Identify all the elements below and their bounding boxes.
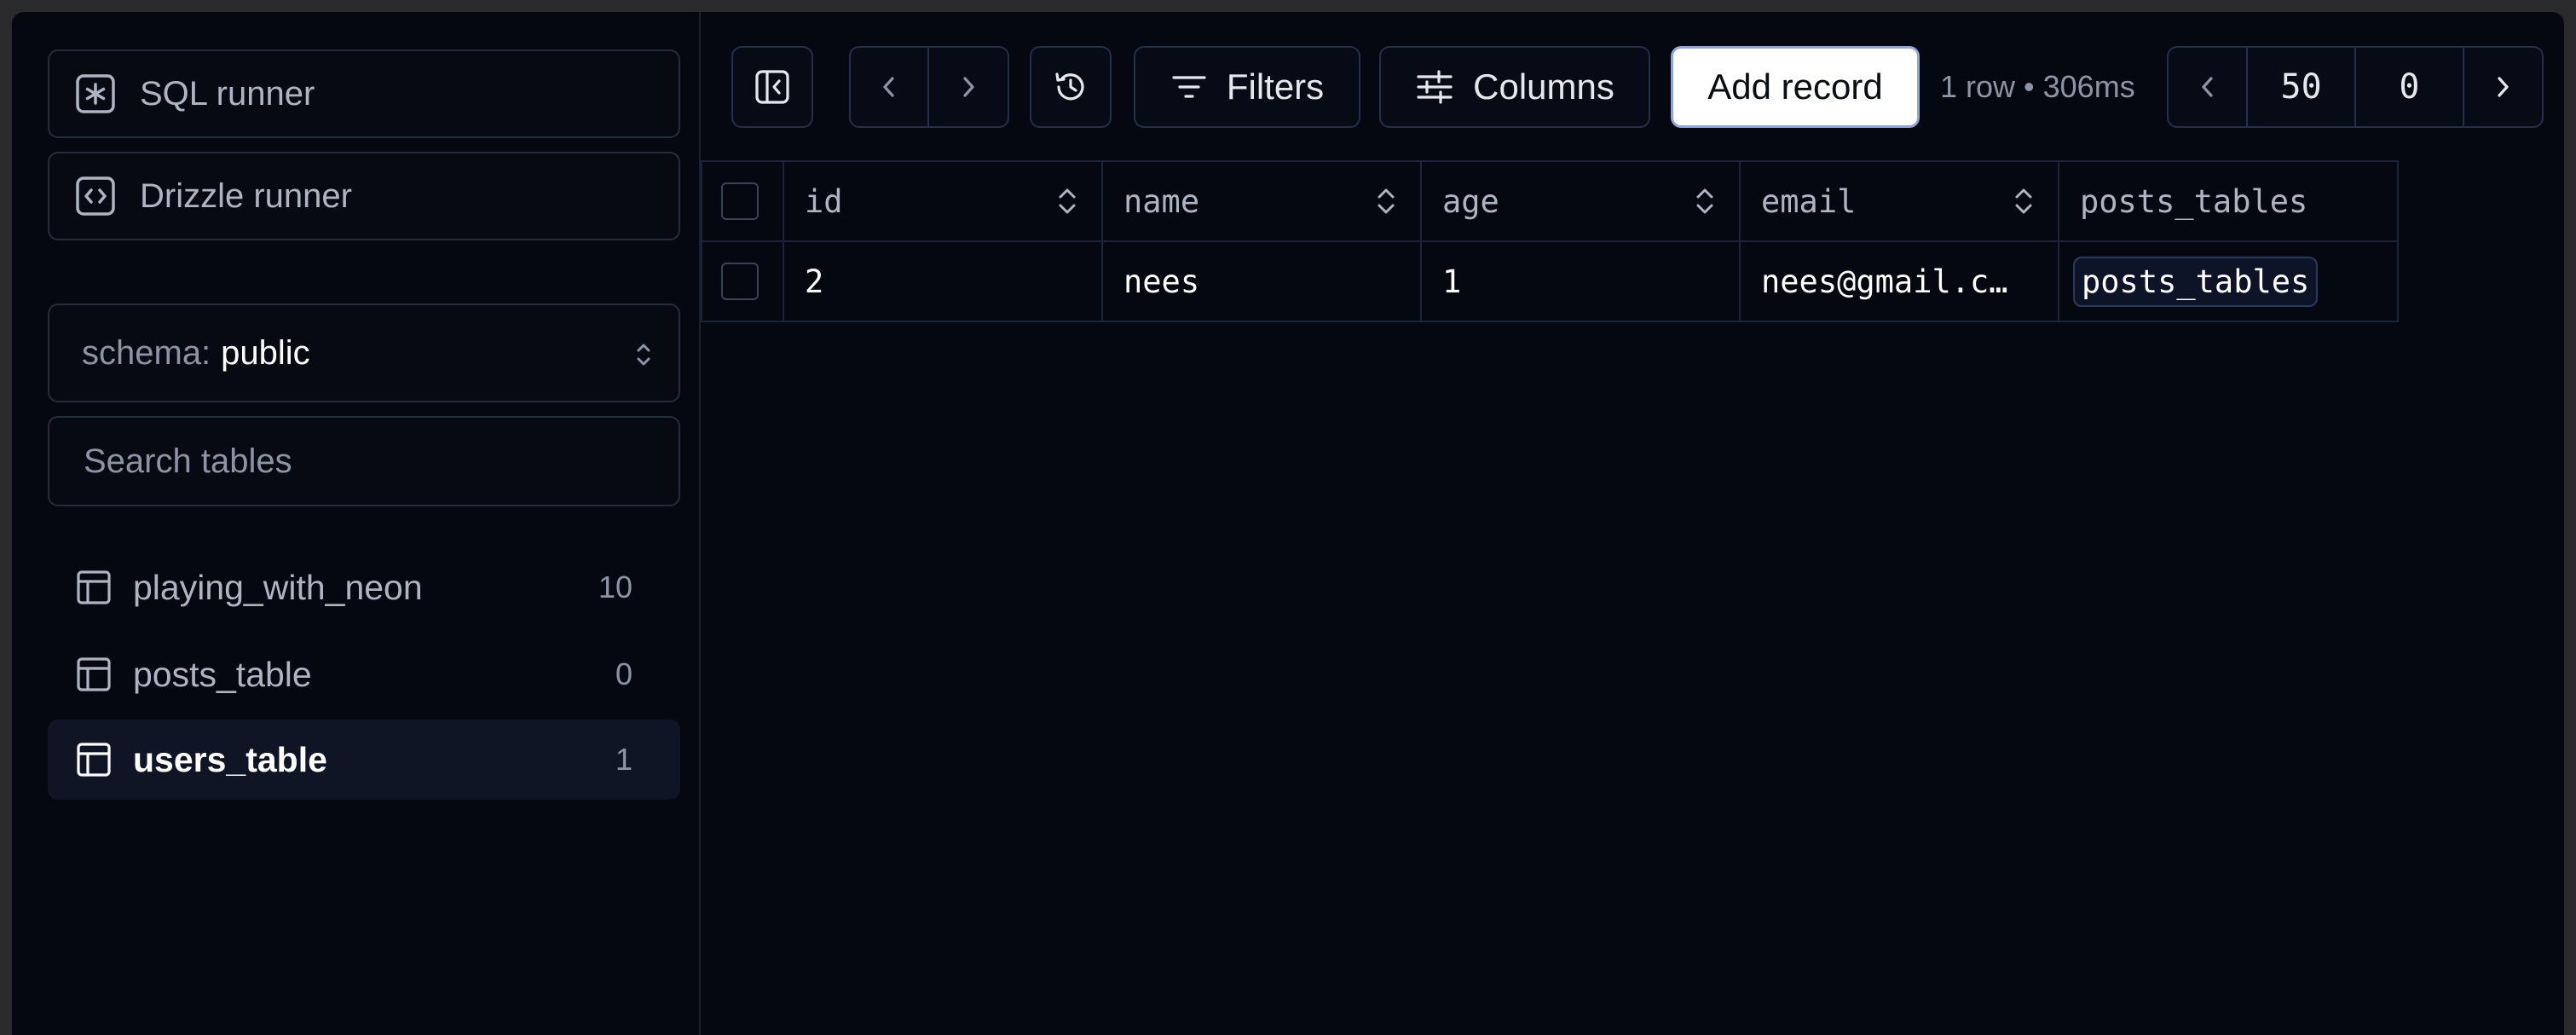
chevron-left-icon (2201, 77, 2213, 97)
column-header-id[interactable]: id (783, 160, 1103, 242)
history-nav-group (849, 46, 1009, 128)
column-header-email[interactable]: email (1739, 160, 2059, 242)
drizzle-runner-button[interactable]: Drizzle runner (48, 152, 680, 240)
toggle-sidebar-button[interactable] (731, 46, 813, 128)
cell-value: 1 (1442, 263, 1462, 300)
code-icon (75, 176, 116, 217)
columns-button[interactable]: Columns (1379, 46, 1650, 128)
asterisk-icon (75, 73, 116, 114)
table-icon (77, 743, 111, 777)
schema-value: public (221, 333, 310, 372)
pagination-group: 50 0 (2167, 46, 2544, 128)
select-all-cell (701, 160, 784, 242)
table-row-count: 10 (598, 570, 632, 604)
sort-icon[interactable] (1055, 184, 1079, 218)
sort-icon[interactable] (1374, 184, 1398, 218)
column-name: posts_tables (2080, 182, 2308, 220)
column-name: email (1761, 182, 1857, 220)
table-row-count: 1 (615, 742, 632, 777)
filters-label: Filters (1226, 66, 1325, 107)
cell-email[interactable]: nees@gmail.c… (1739, 240, 2059, 322)
forward-button[interactable] (929, 48, 1008, 126)
query-status: 1 row • 306ms (1940, 69, 2135, 104)
search-tables-box (48, 416, 680, 506)
table-icon (77, 657, 111, 691)
columns-label: Columns (1473, 66, 1614, 107)
chevron-right-icon (963, 77, 974, 97)
search-tables-input[interactable] (82, 441, 648, 482)
sidebar: SQL runner Drizzle runner schema: public (12, 12, 701, 1035)
table-row[interactable]: 2 nees 1 nees@gmail.c… posts_tables (701, 240, 2399, 322)
table-name: posts_table (133, 654, 312, 694)
column-name: name (1123, 182, 1200, 220)
schema-select[interactable]: schema: public (48, 304, 680, 402)
cell-age[interactable]: 1 (1420, 240, 1741, 322)
filter-icon (1172, 76, 1206, 98)
limit-input[interactable]: 50 (2248, 48, 2356, 126)
filters-button[interactable]: Filters (1134, 46, 1360, 128)
previous-page-button[interactable] (2169, 48, 2249, 126)
sidebar-collapse-icon (755, 70, 789, 104)
column-header-posts-tables[interactable]: posts_tables (2058, 160, 2399, 242)
chevron-right-icon (2498, 77, 2510, 97)
row-select-cell (701, 240, 784, 322)
row-checkbox[interactable] (721, 263, 759, 300)
relation-chip[interactable]: posts_tables (2073, 256, 2319, 307)
back-button[interactable] (851, 48, 929, 126)
chevron-up-down-icon (634, 339, 653, 378)
table-row-count: 0 (615, 656, 632, 691)
sql-runner-label: SQL runner (140, 74, 315, 113)
cell-id[interactable]: 2 (783, 240, 1103, 322)
cell-value-wrapper: posts_tables (2059, 242, 2397, 321)
cell-value: nees@gmail.c… (1761, 263, 2008, 300)
add-record-button[interactable]: Add record (1671, 46, 1920, 128)
cell-name[interactable]: nees (1101, 240, 1422, 322)
table-name: users_table (133, 739, 327, 779)
history-icon (1055, 72, 1084, 101)
cell-posts-tables[interactable]: posts_tables (2058, 240, 2399, 322)
drizzle-runner-label: Drizzle runner (140, 176, 352, 215)
column-header-name[interactable]: name (1101, 160, 1422, 242)
column-name: age (1442, 182, 1499, 220)
chevron-left-icon (883, 77, 894, 97)
sort-icon[interactable] (2012, 184, 2036, 218)
sidebar-item-users-table[interactable]: users_table 1 (48, 720, 680, 800)
sidebar-item-playing-with-neon[interactable]: playing_with_neon 10 (48, 547, 680, 627)
refresh-history-button[interactable] (1030, 46, 1112, 128)
table-icon (77, 570, 111, 604)
cell-value: nees (1123, 263, 1200, 300)
column-header-age[interactable]: age (1420, 160, 1741, 242)
next-page-button[interactable] (2464, 48, 2542, 126)
sort-icon[interactable] (1693, 184, 1717, 218)
sidebar-item-posts-table[interactable]: posts_table 0 (48, 634, 680, 714)
data-grid: id name age email posts_tables 2 nees 1 … (701, 160, 2399, 322)
cell-value: 2 (805, 263, 824, 300)
main-panel: Filters Columns Add record 1 row • 306ms (701, 12, 2564, 1035)
table-name: playing_with_neon (133, 567, 423, 607)
app-window: SQL runner Drizzle runner schema: public (12, 12, 2564, 1035)
header-row: id name age email posts_tables (701, 160, 2399, 242)
column-name: id (805, 182, 843, 220)
sql-runner-button[interactable]: SQL runner (48, 49, 680, 138)
offset-input[interactable]: 0 (2356, 48, 2464, 126)
schema-label: schema: (82, 333, 211, 372)
select-all-checkbox[interactable] (721, 182, 759, 220)
sliders-icon (1417, 70, 1453, 104)
